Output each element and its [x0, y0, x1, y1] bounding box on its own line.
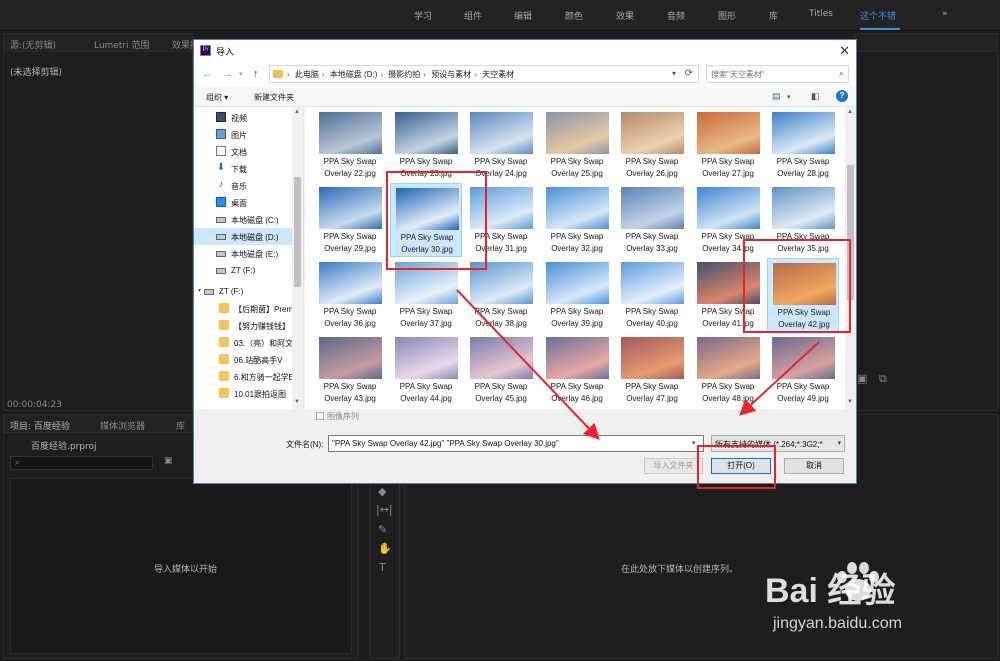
- arrow-to-filename: [456, 289, 600, 440]
- baidu-watermark: Bai 经验 jingyan.baidu.com: [755, 555, 995, 655]
- arrow-to-filetype: [739, 341, 820, 416]
- paw-icon: [837, 562, 879, 601]
- watermark-url: jingyan.baidu.com: [773, 615, 902, 632]
